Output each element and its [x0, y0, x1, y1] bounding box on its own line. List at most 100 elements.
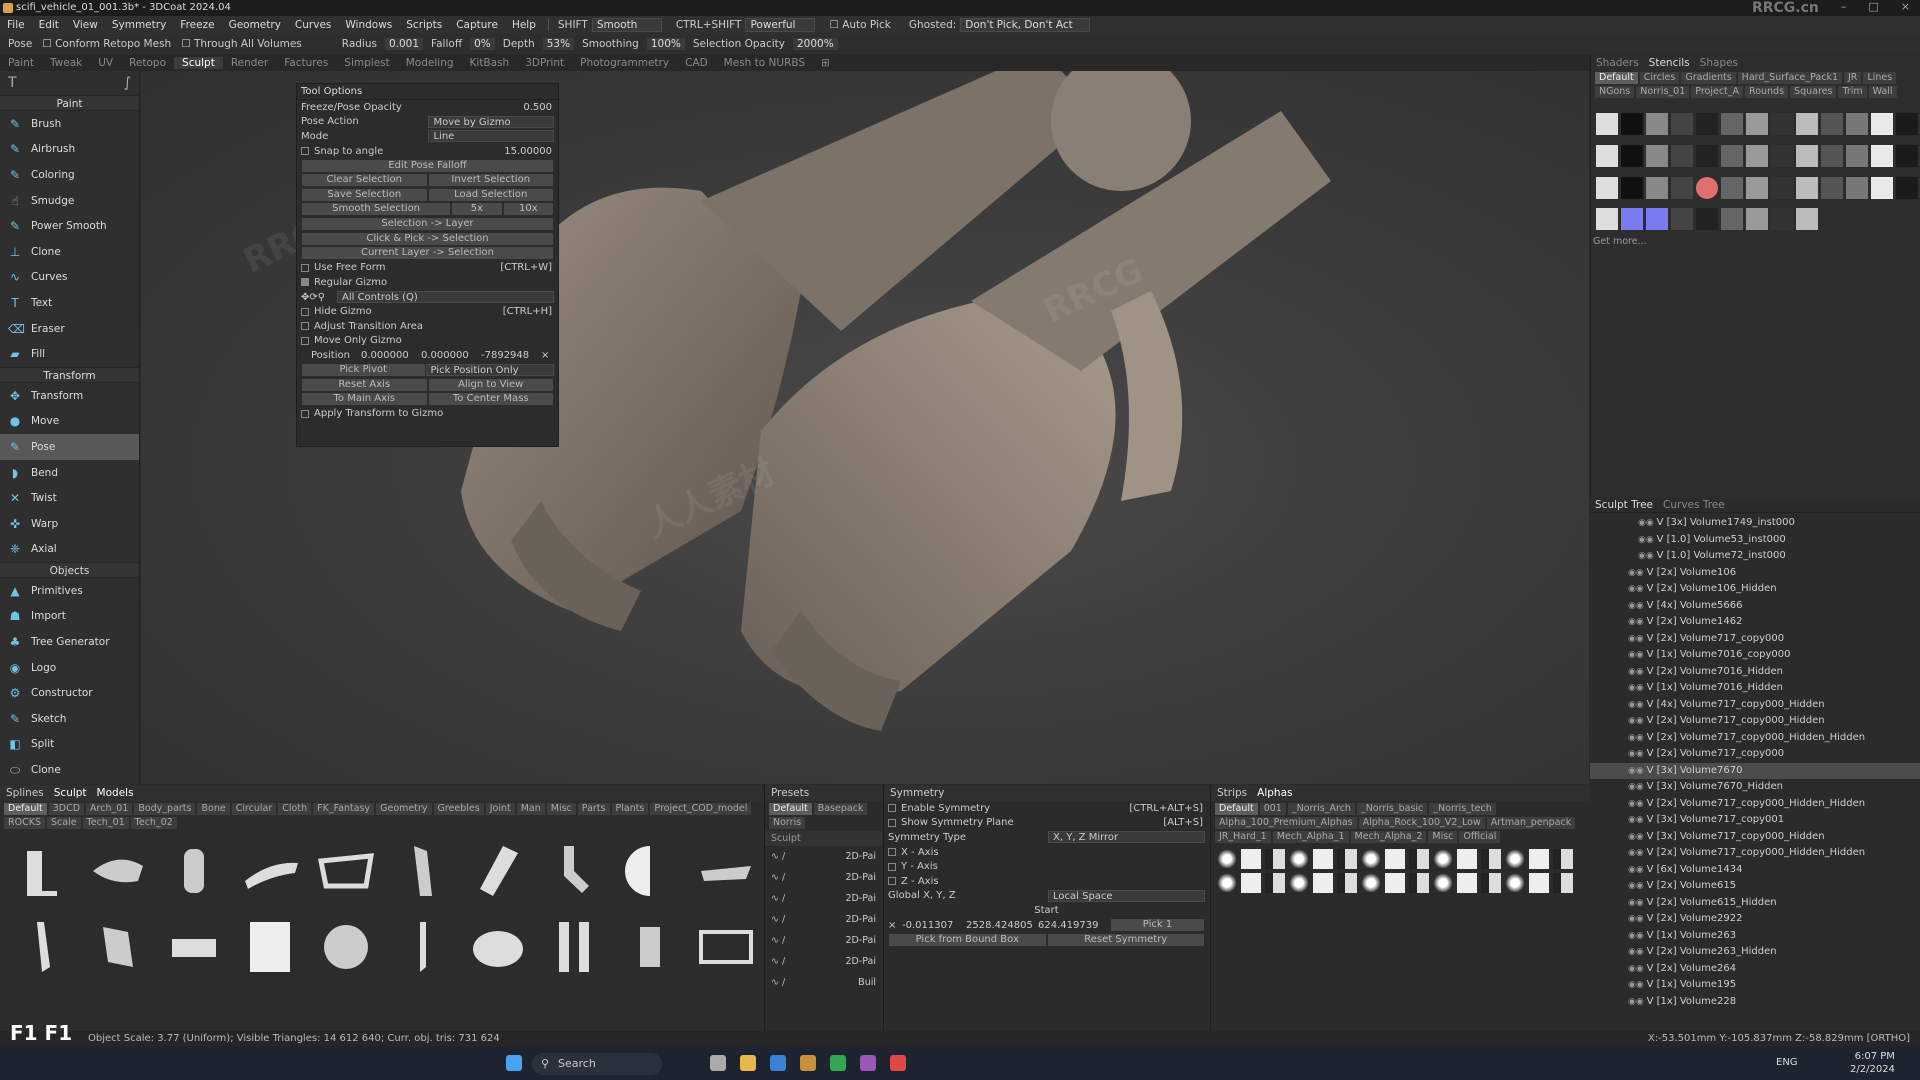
alpha-thumbnail[interactable]: [1409, 873, 1429, 893]
stencil-thumbnail[interactable]: [1621, 144, 1643, 167]
stencil-thumbnail[interactable]: [1846, 144, 1868, 167]
load-selection-button[interactable]: Load Selection: [428, 188, 553, 201]
tab-retopo[interactable]: Retopo: [121, 57, 174, 69]
stencil-thumbnail[interactable]: [1671, 208, 1693, 231]
tab-kitbash[interactable]: KitBash: [462, 57, 518, 69]
visibility-icon[interactable]: ◉◉: [1628, 683, 1647, 693]
stencil-thumbnail[interactable]: [1846, 176, 1868, 199]
tab-curves-tree[interactable]: Curves Tree: [1658, 499, 1730, 511]
tab-splines[interactable]: Splines: [6, 785, 44, 801]
alpha-category[interactable]: Mech_Alpha_1: [1272, 831, 1349, 843]
position-x-field[interactable]: 0.000000: [361, 350, 421, 361]
menu-capture[interactable]: Capture: [449, 19, 505, 31]
tree-row[interactable]: ◉◉ V [2x] Volume1462: [1590, 614, 1920, 631]
tree-row[interactable]: ◉◉ V [3x] Volume717_copy000_Hidden: [1590, 829, 1920, 846]
tree-row[interactable]: ◉◉ V [6x] Volume1434: [1590, 862, 1920, 879]
clear-selection-button[interactable]: Clear Selection: [302, 174, 427, 187]
visibility-icon[interactable]: ◉◉: [1628, 716, 1647, 726]
apply-transform-row[interactable]: Apply Transform to Gizmo: [297, 406, 558, 421]
z-axis-checkbox[interactable]: [888, 877, 896, 886]
current-layer-button[interactable]: Current Layer -> Selection: [302, 247, 553, 260]
stencil-thumbnail[interactable]: [1596, 176, 1618, 199]
section-objects[interactable]: Objects: [0, 562, 139, 579]
section-transform[interactable]: Transform: [0, 366, 139, 383]
stencil-thumbnail[interactable]: [1721, 208, 1743, 231]
tool-smudge[interactable]: ☝ Smudge: [0, 188, 139, 214]
tool-tree-generator[interactable]: ♣ Tree Generator: [0, 629, 139, 655]
menu-symmetry[interactable]: Symmetry: [105, 19, 173, 31]
model-category[interactable]: Scale: [46, 817, 81, 829]
model-category[interactable]: Joint: [485, 803, 515, 815]
tree-row[interactable]: ◉◉ V [4x] Volume5666: [1590, 598, 1920, 615]
file-explorer-icon[interactable]: [740, 1055, 756, 1071]
snap-value[interactable]: 15.00000: [504, 146, 552, 157]
alpha-thumbnail[interactable]: [1265, 849, 1285, 869]
apply-transform-checkbox[interactable]: [301, 409, 309, 418]
conform-checkbox[interactable]: ☐ Conform Retopo Mesh: [40, 38, 173, 50]
visibility-icon[interactable]: ◉◉: [1628, 799, 1647, 809]
preset-tab[interactable]: Default: [769, 803, 812, 815]
tool-pose[interactable]: ✎ Pose: [0, 434, 139, 460]
preset-search[interactable]: Norris: [769, 817, 806, 829]
visibility-icon[interactable]: ◉◉: [1628, 865, 1647, 875]
alpha-thumbnail[interactable]: [1313, 849, 1333, 869]
y-axis-checkbox[interactable]: [888, 862, 896, 871]
visibility-icon[interactable]: ◉◉: [1628, 914, 1647, 924]
through-volumes-checkbox[interactable]: ☐ Through All Volumes: [179, 38, 304, 50]
stencil-cat[interactable]: Project_A: [1691, 86, 1744, 98]
tree-row[interactable]: ◉◉ V [2x] Volume717_copy000: [1590, 746, 1920, 763]
tree-row[interactable]: ◉◉ V [2x] Volume615: [1590, 878, 1920, 895]
model-thumbnail[interactable]: [310, 835, 382, 907]
stencil-thumbnail[interactable]: [1771, 144, 1793, 167]
tab-3dprint[interactable]: 3DPrint: [517, 57, 572, 69]
alpha-category[interactable]: _Norris_tech: [1429, 803, 1496, 815]
free-form-row[interactable]: Use Free Form [CTRL+W]: [297, 261, 558, 276]
menu-file[interactable]: File: [0, 19, 32, 31]
model-thumbnail[interactable]: [614, 911, 686, 983]
regular-gizmo-checkbox[interactable]: [301, 278, 309, 287]
stencil-thumbnail[interactable]: [1696, 113, 1718, 135]
tree-row[interactable]: ◉◉ V [2x] Volume615_Hidden: [1590, 895, 1920, 912]
visibility-icon[interactable]: ◉◉: [1628, 931, 1647, 941]
visibility-icon[interactable]: ◉◉: [1628, 634, 1647, 644]
close-icon[interactable]: ×: [888, 920, 902, 931]
shift-brush-select[interactable]: Smooth: [591, 18, 662, 32]
stencil-thumbnail[interactable]: [1621, 113, 1643, 135]
model-thumbnail[interactable]: [310, 911, 382, 983]
menu-curves[interactable]: Curves: [288, 19, 338, 31]
model-thumbnail[interactable]: [690, 911, 762, 983]
snap-angle-row[interactable]: Snap to angle 15.00000: [297, 144, 558, 159]
alpha-thumbnail[interactable]: [1385, 873, 1405, 893]
tree-row[interactable]: ◉◉ V [2x] Volume264: [1590, 961, 1920, 978]
pick-position-select[interactable]: Pick Position Only: [425, 363, 554, 376]
close-button[interactable]: ×: [1901, 0, 1910, 16]
model-category[interactable]: Misc: [546, 803, 576, 815]
stencil-thumbnail[interactable]: [1821, 176, 1843, 199]
visibility-icon[interactable]: ◉◉: [1628, 601, 1647, 611]
free-form-checkbox[interactable]: [301, 263, 309, 272]
visibility-icon[interactable]: ◉◉: [1628, 749, 1647, 759]
stencil-thumbnail[interactable]: [1621, 208, 1643, 231]
alpha-category[interactable]: 001: [1259, 803, 1286, 815]
visibility-icon[interactable]: ◉◉: [1628, 832, 1647, 842]
model-thumbnail[interactable]: [614, 835, 686, 907]
tree-row[interactable]: ◉◉ V [1x] Volume7016_copy000: [1590, 647, 1920, 664]
stencil-thumbnail[interactable]: [1671, 144, 1693, 167]
tab-modeling[interactable]: Modeling: [398, 57, 462, 69]
stencil-cat[interactable]: Norris_01: [1636, 86, 1690, 98]
edit-pose-falloff-button[interactable]: Edit Pose Falloff: [302, 159, 553, 172]
tab-tweak[interactable]: Tweak: [42, 57, 90, 69]
menu-geometry[interactable]: Geometry: [222, 19, 288, 31]
tool-text[interactable]: T Text: [0, 290, 139, 316]
alpha-thumbnail[interactable]: [1553, 849, 1573, 869]
visibility-icon[interactable]: ◉◉: [1628, 881, 1647, 891]
controls-select[interactable]: All Controls (Q): [337, 291, 554, 304]
tool-bend[interactable]: ◗ Bend: [0, 460, 139, 486]
tree-row[interactable]: ◉◉ V [1x] Volume228: [1590, 994, 1920, 1011]
stencil-thumbnail[interactable]: [1696, 208, 1718, 231]
model-category[interactable]: Project_COD_model: [650, 803, 752, 815]
visibility-icon[interactable]: ◉◉: [1628, 980, 1647, 990]
tree-row[interactable]: ◉◉ V [3x] Volume7670_Hidden: [1590, 779, 1920, 796]
selection-to-layer-button[interactable]: Selection -> Layer: [302, 218, 553, 231]
alpha-thumbnail[interactable]: [1361, 849, 1381, 869]
